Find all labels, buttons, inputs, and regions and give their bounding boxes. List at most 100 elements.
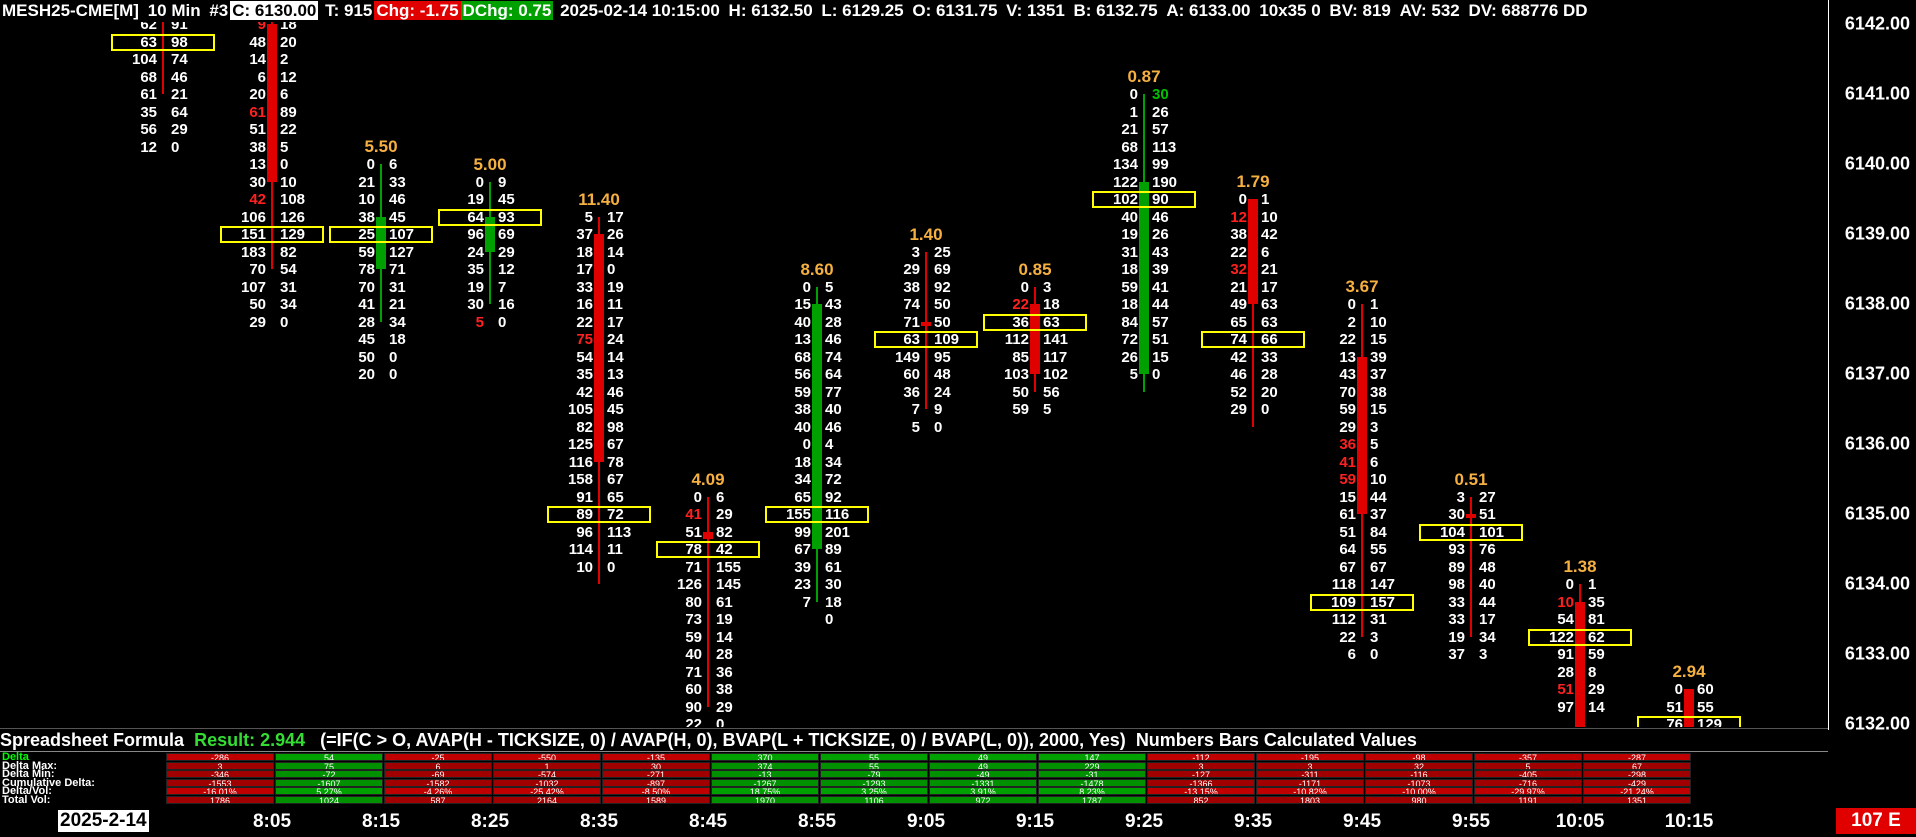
bid-volume-cell: 13 xyxy=(249,156,266,173)
price-scale[interactable]: 6142.00 6141.00 6140.00 6139.00 6138.00 6137.… xyxy=(1828,0,1916,734)
ask-volume-cell: 48 xyxy=(934,366,951,383)
symbol-label[interactable]: MESH25-CME[M] xyxy=(0,1,141,20)
ask-volume-cell: 42 xyxy=(716,541,733,558)
ask-volume-cell: 82 xyxy=(280,243,297,261)
ask-volume-cell: 21 xyxy=(389,296,406,313)
bid-volume-cell: 65 xyxy=(794,488,811,506)
subgraph-value-cell: -716 xyxy=(1474,778,1582,787)
subgraph-row-label: Total Vol: xyxy=(2,793,51,806)
subgraph-value-cell: 587 xyxy=(384,795,492,804)
bid-volume-cell: 61 xyxy=(249,103,266,121)
bid-volume-cell: 5 xyxy=(911,418,920,436)
ask-volume-cell: 0 xyxy=(1152,366,1161,383)
ask-volume-cell: 0 xyxy=(716,716,725,727)
ask-volume-cell: 3 xyxy=(1370,418,1379,436)
ask-volume-cell: 66 xyxy=(1261,331,1278,348)
bid-volume-cell: 78 xyxy=(358,261,375,278)
bid-volume-cell: 74 xyxy=(903,296,920,313)
footprint-chart[interactable]: 1046263104686135561270919874462164290894… xyxy=(0,22,1828,727)
ask-volume-cell: 28 xyxy=(716,646,733,663)
subgraph-value-cell: -4.26% xyxy=(384,787,492,795)
time-axis[interactable]: 8:05 8:15 8:25 8:35 8:45 8:55 9:05 9:15 9:25 9:35… xyxy=(0,808,1830,837)
ask-volume-cell: 61 xyxy=(825,558,842,576)
bid-volume-cell: 21 xyxy=(358,173,375,191)
bar-count-badge: 107 E xyxy=(1836,808,1916,834)
ask-volume-cell: 11 xyxy=(607,296,623,313)
bar-ratio-label: 3.67 xyxy=(1345,277,1379,296)
ask-volume-cell: 15 xyxy=(1152,348,1169,366)
bid-volume-cell: 64 xyxy=(1339,541,1356,558)
ask-volume-cell: 10 xyxy=(280,173,297,191)
bar-ratio-label: 0.87 xyxy=(1127,67,1161,86)
bid-volume-cell: 72 xyxy=(1121,331,1138,348)
ask-volume-cell: 51 xyxy=(1479,506,1496,523)
subgraph-value-cell: 2164 xyxy=(493,795,601,804)
ask-volume-cell: 12 xyxy=(280,68,297,86)
bid-volume-cell: 0 xyxy=(693,488,702,506)
ask-volume-cell: 5 xyxy=(825,278,834,296)
ask-volume-cell: 0 xyxy=(607,558,616,576)
bid-volume-cell: 74 xyxy=(1230,331,1247,348)
subgraph-value-cell: 6 xyxy=(384,761,492,770)
bid-label: B: 6132.75 xyxy=(1073,1,1158,20)
ask-volume-cell: 6 xyxy=(1370,453,1379,471)
bid-volume-cell: 28 xyxy=(358,313,375,331)
subgraph-value-cell: 55 xyxy=(820,753,928,761)
subgraph-value-cell: -311 xyxy=(1256,770,1364,778)
bid-volume-cell: 48 xyxy=(249,33,266,51)
ask-volume-cell: 35 xyxy=(1588,593,1605,611)
ask-volume-cell: 28 xyxy=(1261,366,1278,383)
ask-volume-cell: 9 xyxy=(934,401,943,418)
candle-body xyxy=(267,24,277,182)
ask-volume-cell: 108 xyxy=(280,191,306,208)
bid-volume-cell: 64 xyxy=(467,208,484,226)
bid-volume-cell: 104 xyxy=(1439,523,1465,541)
ask-volume-cell: 55 xyxy=(1697,698,1714,716)
bid-volume-cell: 91 xyxy=(576,488,593,506)
bid-volume-cell: 5 xyxy=(475,313,484,331)
ask-volume-cell: 18 xyxy=(825,593,842,611)
bid-volume-cell: 20 xyxy=(358,366,375,383)
ask-volume-cell: 27 xyxy=(1479,488,1496,506)
subgraph-value-cell: -25 xyxy=(384,753,492,761)
bid-volume-cell: 158 xyxy=(567,471,593,488)
ask-volume-cell: 29 xyxy=(716,506,733,523)
bar-ratio-label: 4.09 xyxy=(691,469,725,489)
bid-volume-cell: 50 xyxy=(249,296,266,313)
ask-volume-cell: 31 xyxy=(389,278,406,296)
bid-volume-cell: 21 xyxy=(1121,121,1138,138)
subgraph-value-cell: 5 xyxy=(1474,761,1582,770)
ask-volume-cell: 44 xyxy=(1479,593,1496,611)
ask-volume-cell: 55 xyxy=(1370,541,1387,558)
numbers-bars-subgraph[interactable]: Delta Delta Max: Delta Min: Cumulative Delt… xyxy=(0,751,1828,805)
bid-volume-cell: 0 xyxy=(1674,681,1683,698)
bid-volume-cell: 19 xyxy=(1121,226,1138,243)
ask-volume-cell: 67 xyxy=(1370,558,1387,576)
bid-volume-cell: 49 xyxy=(1230,296,1247,313)
subgraph-value-cell: 75 xyxy=(275,761,383,770)
ask-volume-cell: 11 xyxy=(607,541,623,558)
volume-label: V: 1351 xyxy=(1006,1,1065,20)
ladder-label: 10x35 0 xyxy=(1259,1,1321,20)
bid-volume-cell: 36 xyxy=(1339,436,1356,453)
bid-volume-cell: 183 xyxy=(240,243,266,261)
change-label: Chg: -1.75 xyxy=(374,1,461,20)
subgraph-value-cell: 54 xyxy=(275,753,383,761)
bar-ratio-label: 8.60 xyxy=(800,259,834,279)
bid-volume-cell: 33 xyxy=(1448,611,1465,628)
ask-volume-cell: 1 xyxy=(1261,191,1270,208)
subgraph-value-cell: -127 xyxy=(1147,770,1255,778)
time-label: 8:45 xyxy=(688,811,728,832)
subgraph-value-cell: -286 xyxy=(166,753,274,761)
subgraph-value-cell: -271 xyxy=(602,770,710,778)
bid-volume-cell: 42 xyxy=(1230,348,1247,366)
ask-volume-cell: 0 xyxy=(607,261,616,278)
ask-volume-cell: 6 xyxy=(280,86,289,103)
bid-volume-cell: 35 xyxy=(140,103,157,121)
price-tick: 6137.00 xyxy=(1844,363,1910,384)
subgraph-value-cell: -574 xyxy=(493,770,601,778)
ask-volume-cell: 147 xyxy=(1370,576,1396,593)
bid-volume-cell: 42 xyxy=(249,191,266,208)
formula-expression: (=IF(C > O, AVAP(H - TICKSIZE, 0) / AVAP… xyxy=(320,730,1126,750)
ask-volume-cell: 69 xyxy=(498,226,515,243)
